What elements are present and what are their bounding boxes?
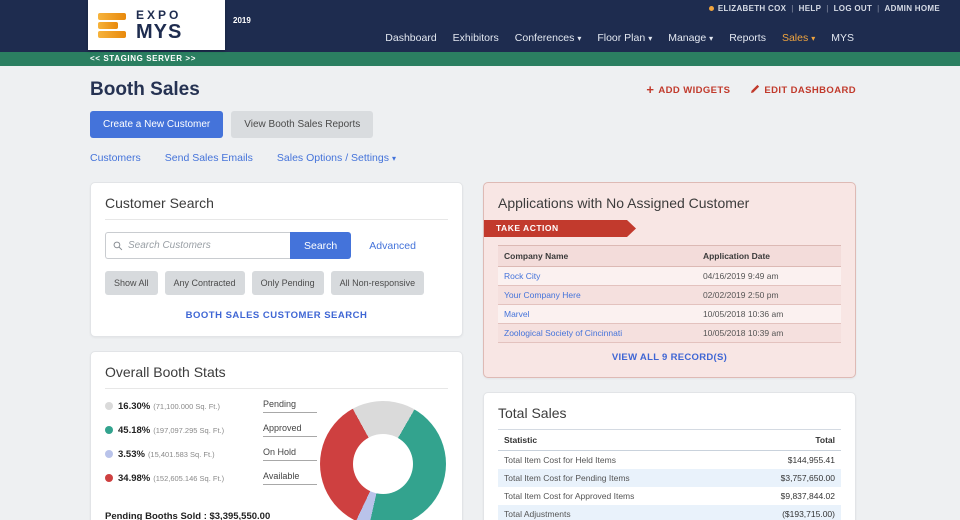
table-row: Total Adjustments ($193,715.00)	[498, 505, 841, 520]
event-year: 2019	[233, 16, 251, 25]
table-row: Your Company Here 02/02/2019 2:50 pm	[498, 285, 841, 305]
take-action-ribbon: TAKE ACTION	[484, 220, 636, 237]
divider: |	[791, 4, 794, 13]
help-link[interactable]: HELP	[799, 4, 822, 13]
total-sales-title: Total Sales	[498, 405, 567, 421]
logo-line2: MYS	[136, 21, 183, 43]
nav-conferences[interactable]: Conferences ▾	[515, 32, 582, 44]
search-icon	[113, 241, 123, 251]
customers-link[interactable]: Customers	[90, 152, 141, 164]
table-row: Total Item Cost for Approved Items $9,837…	[504, 491, 835, 501]
table-row: Rock City 04/16/2019 9:49 am	[498, 266, 841, 286]
sales-options-link[interactable]: Sales Options / Settings ▾	[277, 152, 396, 164]
chevron-down-icon: ▾	[811, 34, 816, 43]
edit-dashboard-button[interactable]: EDIT DASHBOARD	[750, 84, 856, 97]
application-date: 02/02/2019 2:50 pm	[696, 285, 841, 305]
applications-card: Applications with No Assigned Customer T…	[483, 182, 856, 378]
table-row: Marvel 10/05/2018 10:36 am	[498, 304, 841, 324]
logo-icon	[98, 11, 128, 40]
column-header: Total	[731, 429, 841, 451]
booth-stats-title: Overall Booth Stats	[105, 364, 226, 380]
legend-dot	[105, 450, 113, 458]
app-logo[interactable]: EXPO MYS	[88, 0, 225, 50]
booth-stats-card: Overall Booth Stats 16.30% (71,100.000 S…	[90, 351, 463, 520]
filter-show-all[interactable]: Show All	[105, 271, 158, 295]
customer-search-title: Customer Search	[105, 195, 214, 211]
booth-sales-customer-search-link[interactable]: BOOTH SALES CUSTOMER SEARCH	[105, 310, 448, 321]
logout-link[interactable]: LOG OUT	[834, 4, 873, 13]
plus-icon: +	[646, 82, 655, 97]
column-header: Company Name	[498, 245, 697, 267]
account-links: ELIZABETH COX | HELP | LOG OUT | ADMIN H…	[708, 4, 940, 13]
page-title: Booth Sales	[90, 79, 200, 100]
applications-title: Applications with No Assigned Customer	[498, 195, 750, 211]
application-date: 10/05/2018 10:39 am	[696, 323, 841, 343]
logo-text: EXPO MYS	[136, 8, 182, 42]
nav-reports[interactable]: Reports	[729, 32, 766, 44]
divider: |	[826, 4, 829, 13]
table-row: Total Item Cost for Held Items $144,955.4…	[504, 455, 835, 465]
table-row: Total Item Cost for Pending Items $3,757,…	[498, 469, 841, 487]
total-sales-table: Statistic Total Total Item Cost for Held…	[498, 429, 841, 520]
table-row: Zoological Society of Cincinnati 10/05/2…	[498, 323, 841, 343]
pending-booths-sold: Pending Booths Sold : $3,395,550.00	[105, 511, 271, 520]
company-link[interactable]: Zoological Society of Cincinnati	[498, 323, 697, 343]
customer-search-card: Customer Search Search Advanced Show All…	[90, 182, 463, 337]
search-input[interactable]	[128, 240, 283, 251]
search-button[interactable]: Search	[290, 232, 352, 259]
filter-any-contracted[interactable]: Any Contracted	[164, 271, 245, 295]
staging-server-banner: << STAGING SERVER >>	[0, 52, 960, 66]
legend-dot	[105, 402, 113, 410]
chevron-down-icon: ▾	[648, 34, 653, 43]
company-link[interactable]: Rock City	[498, 266, 697, 286]
filter-only-pending[interactable]: Only Pending	[251, 271, 324, 295]
chevron-down-icon: ▾	[391, 154, 396, 163]
nav-manage[interactable]: Manage ▾	[668, 32, 713, 44]
create-customer-button[interactable]: Create a New Customer	[90, 111, 224, 138]
page-content: Booth Sales + ADD WIDGETS EDIT DASHBOARD…	[90, 79, 856, 520]
total-sales-card: Total Sales Statistic Total Total Item C…	[483, 392, 856, 520]
application-date: 10/05/2018 10:36 am	[696, 304, 841, 324]
legend-item-on-hold: 3.53% (15,401.583 Sq. Ft.) On Hold	[105, 447, 317, 461]
divider	[105, 219, 448, 220]
column-header: Statistic	[498, 429, 732, 451]
filter-all-non-responsive[interactable]: All Non-responsive	[330, 271, 425, 295]
applications-table: Company Name Application Date Rock City …	[498, 245, 841, 343]
chevron-down-icon: ▾	[577, 34, 582, 43]
application-date: 04/16/2019 9:49 am	[696, 266, 841, 286]
nav-sales[interactable]: Sales ▾	[782, 32, 815, 44]
logo-line1: EXPO	[136, 8, 182, 22]
nav-floor-plan[interactable]: Floor Plan ▾	[597, 32, 652, 44]
add-widgets-button[interactable]: + ADD WIDGETS	[646, 82, 730, 97]
company-link[interactable]: Your Company Here	[498, 285, 697, 305]
nav-exhibitors[interactable]: Exhibitors	[453, 32, 499, 44]
legend-dot	[105, 426, 113, 434]
top-navigation-bar: EXPO MYS 2019 ELIZABETH COX | HELP | LOG…	[0, 0, 960, 52]
account-user-link[interactable]: ELIZABETH COX	[718, 4, 786, 13]
booth-stats-donut	[319, 401, 446, 520]
legend-item-available: 34.98% (152,605.146 Sq. Ft.) Available	[105, 471, 317, 485]
search-box	[105, 232, 290, 259]
divider	[105, 388, 448, 389]
send-sales-emails-link[interactable]: Send Sales Emails	[165, 152, 253, 164]
view-all-records-link[interactable]: VIEW ALL 9 RECORD(S)	[498, 352, 841, 363]
company-link[interactable]: Marvel	[498, 304, 697, 324]
view-reports-button[interactable]: View Booth Sales Reports	[231, 111, 374, 138]
chevron-down-icon: ▾	[709, 34, 714, 43]
nav-dashboard[interactable]: Dashboard	[385, 32, 436, 44]
legend-item-pending: 16.30% (71,100.000 Sq. Ft.) Pending	[105, 399, 317, 413]
legend-item-approved: 45.18% (197,097.295 Sq. Ft.) Approved	[105, 423, 317, 437]
advanced-search-link[interactable]: Advanced	[369, 240, 416, 252]
nav-mys[interactable]: MYS	[831, 32, 854, 44]
column-header: Application Date	[696, 245, 841, 267]
divider: |	[877, 4, 880, 13]
legend-dot	[105, 474, 113, 482]
main-nav: Dashboard Exhibitors Conferences ▾ Floor …	[385, 32, 854, 44]
pencil-icon	[750, 84, 760, 97]
admin-home-link[interactable]: ADMIN HOME	[885, 4, 940, 13]
user-status-dot	[708, 6, 714, 11]
